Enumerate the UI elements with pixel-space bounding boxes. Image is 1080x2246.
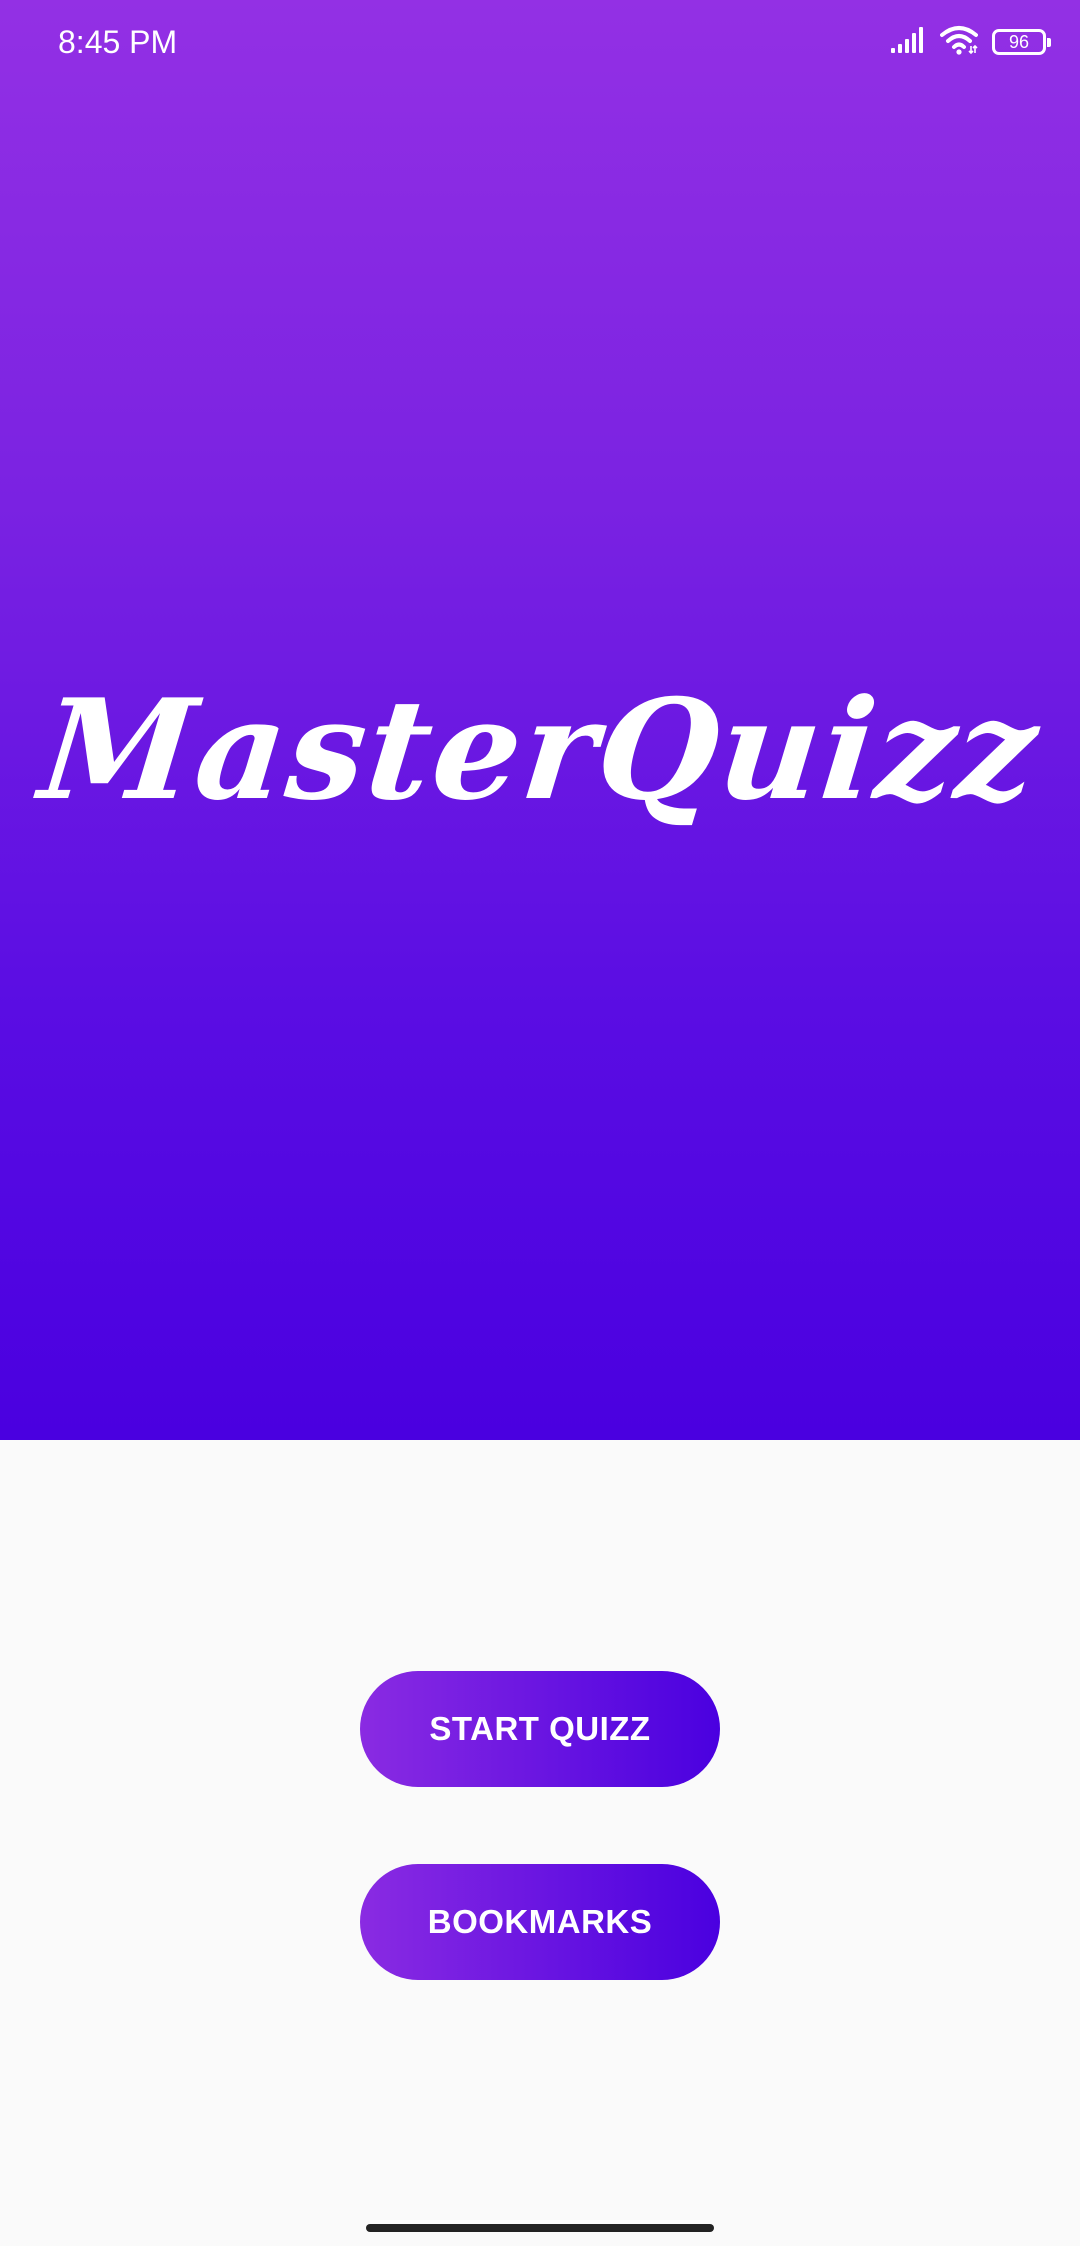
status-bar: 8:45 PM 96 <box>0 0 1080 84</box>
bookmarks-button[interactable]: BOOKMARKS <box>360 1864 720 1980</box>
hero-banner: 8:45 PM 96 MasterQuizz <box>0 0 1080 1440</box>
status-time: 8:45 PM <box>58 24 178 60</box>
app-logo: MasterQuizz <box>0 660 1080 840</box>
battery-icon: 96 <box>992 29 1051 55</box>
battery-level: 96 <box>1008 32 1030 52</box>
status-icons: 96 <box>890 24 1051 60</box>
home-screen: 8:45 PM 96 MasterQuizz START QUIZZ BOOKM… <box>0 0 1080 2246</box>
start-quizz-button[interactable]: START QUIZZ <box>360 1671 720 1787</box>
wifi-icon <box>940 25 978 60</box>
home-indicator[interactable] <box>366 2224 714 2232</box>
app-logo-text: MasterQuizz <box>33 668 1047 831</box>
signal-icon <box>890 26 926 59</box>
